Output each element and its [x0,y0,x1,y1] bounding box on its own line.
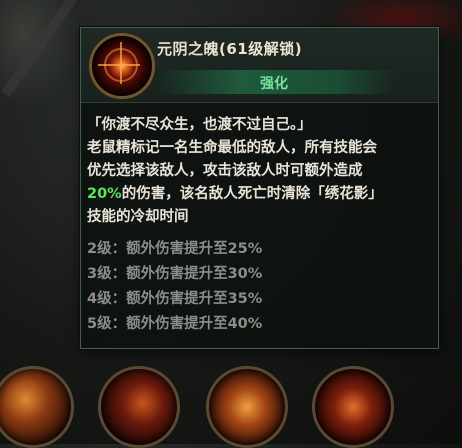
level-upgrades: 2级：额外伤害提升至25% 3级：额外伤害提升至30% 4级：额外伤害提升至35… [87,237,427,337]
skill-quote: 「你渡不尽众生，也渡不过自己。」 [87,117,312,133]
desc-line-2: 优先选择该敌人，攻击该敌人时可额外造成 [87,163,363,179]
level-row-5: 5级：额外伤害提升至40% [87,316,263,332]
skill-slot-2-icon[interactable] [98,366,180,448]
skill-icon-flare-h [98,64,140,66]
damage-highlight: 20% [87,186,122,202]
skill-tag-label: 强化 [260,76,288,92]
level-row-4: 4级：额外伤害提升至35% [87,291,263,307]
skill-icon-flare-v [120,42,122,84]
desc-line-3: 20%的伤害，该名敌人死亡时清除「绣花影」 [87,183,433,206]
skill-tooltip: 元阴之魄(61级解锁) 强化 「你渡不尽众生，也渡不过自己。」 老鼠精标记一名生… [80,27,439,349]
skill-slot-3-icon[interactable] [206,366,288,448]
tooltip-header: 元阴之魄(61级解锁) 强化 [81,28,438,103]
skill-slot-4-icon[interactable] [312,366,394,448]
level-row-3: 3级：额外伤害提升至30% [87,266,263,282]
skill-unlock-level: (61级解锁) [219,40,303,58]
crimson-orb-icon [89,33,155,99]
skill-title: 元阴之魄(61级解锁) [157,38,302,59]
skill-description: 「你渡不尽众生，也渡不过自己。」 老鼠精标记一名生命最低的敌人，所有技能会 优先… [87,114,433,229]
skill-name: 元阴之魄 [157,40,220,58]
desc-line-3-rest: 的伤害，该名敌人死亡时清除「绣花影」 [121,186,383,202]
skill-tag: 强化 [156,70,396,94]
desc-line-1: 老鼠精标记一名生命最低的敌人，所有技能会 [87,140,377,156]
level-row-2: 2级：额外伤害提升至25% [87,241,263,257]
desc-line-4: 技能的冷却时间 [87,209,189,225]
